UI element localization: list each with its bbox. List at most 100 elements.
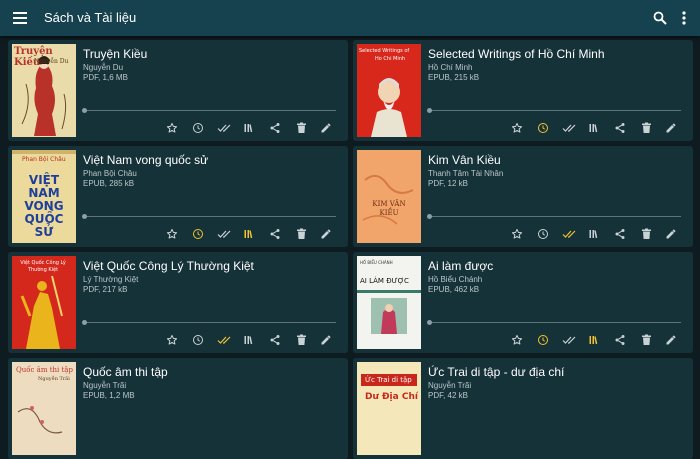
search-icon[interactable] [648,6,672,30]
book-meta: PDF, 1,6 MB [83,73,128,82]
book-author: Hồ Biểu Chánh [428,275,483,284]
clock-icon[interactable] [534,119,552,137]
reading-progress[interactable] [427,320,681,325]
delete-icon[interactable] [637,225,655,243]
edit-icon[interactable] [662,119,680,137]
book-card[interactable]: Ức Trai di tập Dư Địa Chí Ức Trai di tập… [353,358,693,459]
book-card[interactable]: Quốc âm thi tập Nguyễn Trãi Quốc âm thi … [8,358,348,459]
delete-icon[interactable] [637,119,655,137]
book-author: Nguyễn Du [83,63,124,72]
clock-icon[interactable] [189,225,207,243]
delete-icon[interactable] [292,331,310,349]
clock-icon[interactable] [189,331,207,349]
done-all-icon[interactable] [215,331,233,349]
cover-title: Quốc âm thi tập [16,366,73,374]
book-card[interactable]: KIM VÂN KIỀU Kim Vân Kiều Thanh Tâm Tài … [353,146,693,247]
book-author: Thanh Tâm Tài Nhân [428,169,504,178]
star-icon[interactable] [508,119,526,137]
action-bar [8,225,348,243]
books-icon[interactable] [585,225,603,243]
cover-title: Ức Trai di tập [365,376,412,384]
reading-progress[interactable] [82,320,336,325]
book-meta: PDF, 217 kB [83,285,128,294]
star-icon[interactable] [163,119,181,137]
done-all-icon[interactable] [560,331,578,349]
book-title: Truyện Kiều [83,47,148,61]
share-icon[interactable] [266,331,284,349]
book-meta: EPUB, 1,2 MB [83,391,135,400]
books-icon[interactable] [240,225,258,243]
book-card[interactable]: Phan Bội Châu VIỆT NAM VONG QUỐC SỬ Việt… [8,146,348,247]
action-bar [353,119,693,137]
share-icon[interactable] [266,225,284,243]
share-icon[interactable] [266,119,284,137]
done-all-icon[interactable] [215,119,233,137]
book-meta: EPUB, 462 kB [428,285,480,294]
cover-subtitle: Nguyễn Trãi [38,376,70,382]
star-icon[interactable] [163,225,181,243]
book-card[interactable]: Truyện Kiều Nguyễn Du Truyện Kiều Nguyễn… [8,40,348,141]
action-bar [8,331,348,349]
delete-icon[interactable] [292,225,310,243]
clock-icon[interactable] [189,119,207,137]
book-title: Ai làm được [428,259,494,273]
book-title: Kim Vân Kiều [428,153,501,167]
share-icon[interactable] [611,331,629,349]
cover-subtitle: HỒ BIỂU CHÁNH [360,260,393,265]
done-all-icon[interactable] [215,225,233,243]
books-icon[interactable] [240,119,258,137]
book-meta: PDF, 42 kB [428,391,469,400]
book-title: Việt Nam vong quốc sử [83,153,209,167]
book-title: Quốc âm thi tập [83,365,168,379]
delete-icon[interactable] [637,331,655,349]
action-bar [353,225,693,243]
app-bar: Sách và Tài liệu [0,0,700,36]
action-bar [353,331,693,349]
book-meta: EPUB, 285 kB [83,179,135,188]
cover-subtitle: Phan Bội Châu [22,156,66,163]
clock-icon[interactable] [534,331,552,349]
reading-progress[interactable] [427,108,681,113]
menu-icon[interactable] [8,6,32,30]
cover-title: Selected Writings of [359,48,410,54]
edit-icon[interactable] [662,331,680,349]
edit-icon[interactable] [317,331,335,349]
edit-icon[interactable] [662,225,680,243]
done-all-icon[interactable] [560,119,578,137]
book-title: Việt Quốc Công Lý Thường Kiệt [83,259,254,273]
books-icon[interactable] [585,331,603,349]
books-icon[interactable] [240,331,258,349]
book-author: Nguyễn Trãi [83,381,127,390]
delete-icon[interactable] [292,119,310,137]
share-icon[interactable] [611,225,629,243]
reading-progress[interactable] [82,108,336,113]
book-author: Lý Thường Kiệt [83,275,139,284]
edit-icon[interactable] [317,119,335,137]
cover-title: AI LÀM ĐƯỢC [360,277,409,285]
cover-subtitle: Dư Địa Chí [365,392,418,402]
cover-subtitle: Ho Chi Minh [375,56,406,62]
star-icon[interactable] [508,331,526,349]
book-card[interactable]: Selected Writings of Ho Chi Minh Selecte… [353,40,693,141]
book-card[interactable]: HỒ BIỂU CHÁNH AI LÀM ĐƯỢC Ai làm được Hồ… [353,252,693,353]
edit-icon[interactable] [317,225,335,243]
book-title: Selected Writings of Hồ Chí Minh [428,47,605,61]
book-cover[interactable]: Quốc âm thi tập Nguyễn Trãi [12,362,76,455]
star-icon[interactable] [508,225,526,243]
book-author: Hồ Chí Minh [428,63,473,72]
clock-icon[interactable] [534,225,552,243]
book-card[interactable]: Việt Quốc Công Lý Thường Kiệt Việt Quốc … [8,252,348,353]
done-all-icon[interactable] [560,225,578,243]
reading-progress[interactable] [82,214,336,219]
action-bar [8,119,348,137]
cover-title: KIM VÂN KIỀU [372,200,406,217]
more-vert-icon[interactable] [672,6,696,30]
book-meta: PDF, 12 kB [428,179,469,188]
cover-title: Việt Quốc Công Lý Thường Kiệt [20,260,66,273]
book-cover[interactable]: Ức Trai di tập Dư Địa Chí [357,362,421,455]
page-title: Sách và Tài liệu [44,10,137,25]
star-icon[interactable] [163,331,181,349]
books-icon[interactable] [585,119,603,137]
reading-progress[interactable] [427,214,681,219]
share-icon[interactable] [611,119,629,137]
